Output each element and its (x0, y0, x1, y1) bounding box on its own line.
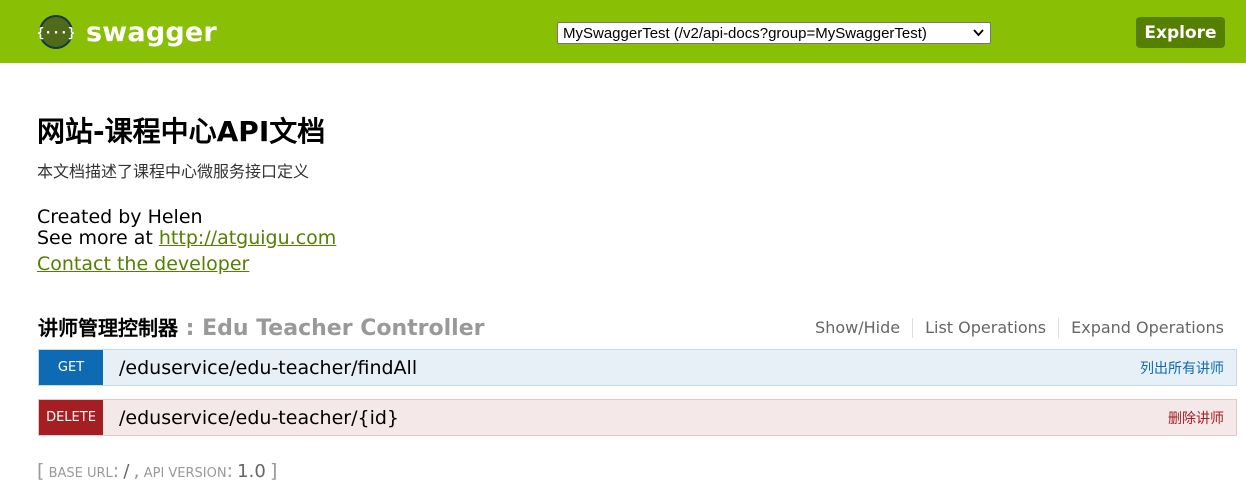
base-url-value: / (123, 461, 130, 482)
show-hide-link[interactable]: Show/Hide (803, 318, 914, 338)
api-select-value: MySwaggerTest (/v2/api-docs?group=MySwag… (563, 24, 927, 42)
operation-summary[interactable]: 列出所有讲师 (1140, 358, 1224, 378)
page-title: 网站-课程中心API文档 (37, 115, 326, 148)
operation-summary[interactable]: 删除讲师 (1168, 408, 1224, 428)
operation-path[interactable]: /eduservice/edu-teacher/findAll (119, 357, 417, 379)
see-more-prefix: See more at (37, 227, 159, 249)
expand-operations-link[interactable]: Expand Operations (1059, 318, 1224, 338)
top-bar: {···} swagger MySwaggerTest (/v2/api-doc… (0, 0, 1246, 63)
base-url-label: BASE URL (48, 466, 113, 481)
api-version-value: 1.0 (237, 461, 266, 482)
method-badge-delete[interactable]: DELETE (39, 400, 103, 435)
see-more-line: See more at http://atguigu.com (37, 227, 336, 249)
resource-operations-menu: Show/Hide List Operations Expand Operati… (803, 318, 1224, 338)
swagger-logo-icon: {···} (38, 15, 74, 49)
api-footer: [ BASE URL: / , API VERSION: 1.0 ] (37, 460, 278, 482)
api-definition-select[interactable]: MySwaggerTest (/v2/api-docs?group=MySwag… (557, 22, 991, 44)
close-bracket: ] (269, 460, 278, 482)
api-version-label: API VERSION (143, 466, 227, 481)
operation-get-findall[interactable]: GET /eduservice/edu-teacher/findAll 列出所有… (38, 349, 1237, 386)
operation-delete-by-id[interactable]: DELETE /eduservice/edu-teacher/{id} 删除讲师 (38, 399, 1237, 436)
resource-heading[interactable]: 讲师管理控制器 : Edu Teacher Controller (38, 312, 484, 341)
explore-button[interactable]: Explore (1136, 17, 1225, 48)
created-by-text: Created by Helen (37, 206, 203, 228)
swagger-logo[interactable]: {···} swagger (38, 14, 217, 50)
api-description: 本文档描述了课程中心微服务接口定义 (37, 162, 310, 181)
list-operations-link[interactable]: List Operations (913, 318, 1060, 338)
resource-name: 讲师管理控制器 (38, 316, 178, 340)
svg-text:{···}: {···} (38, 26, 74, 41)
open-bracket: [ (37, 460, 45, 482)
website-link[interactable]: http://atguigu.com (159, 227, 336, 249)
chevron-down-icon (973, 29, 984, 37)
operation-path[interactable]: /eduservice/edu-teacher/{id} (119, 407, 399, 429)
contact-developer-link[interactable]: Contact the developer (37, 253, 249, 275)
resource-description: Edu Teacher Controller (202, 316, 485, 341)
logo-text: swagger (86, 16, 217, 48)
resource-separator: : (178, 316, 203, 341)
method-badge-get[interactable]: GET (39, 350, 103, 385)
